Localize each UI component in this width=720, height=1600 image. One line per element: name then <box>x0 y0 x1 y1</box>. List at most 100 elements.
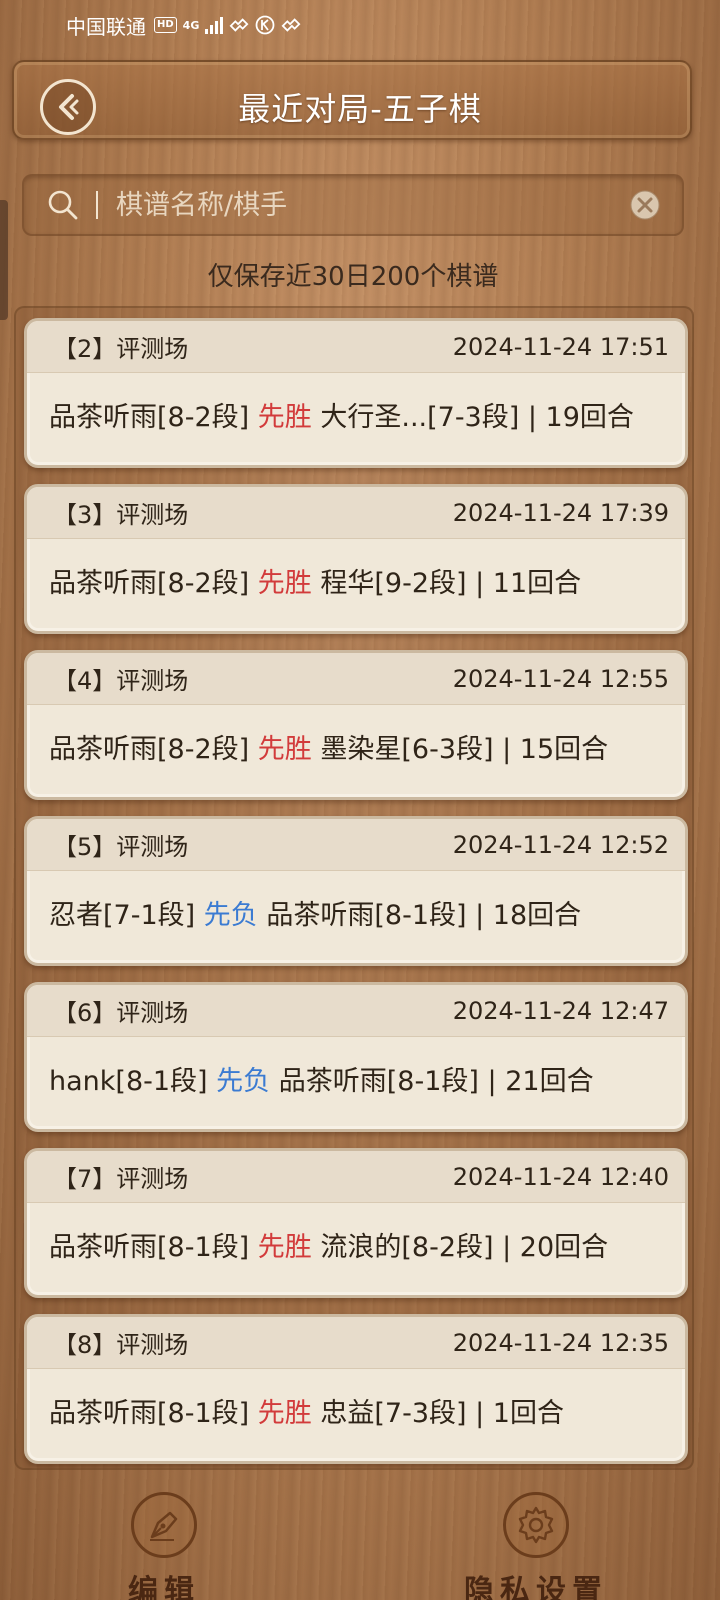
round-count: | 15回合 <box>502 734 609 765</box>
record-card[interactable]: 【2】评测场 2024-11-24 17:51 品茶听雨[8-2段] 先胜 大行圣.… <box>24 318 688 468</box>
privacy-label: 隐私设置 <box>464 1574 608 1600</box>
game-result: 先胜 <box>257 1398 312 1429</box>
record-time: 2024-11-24 12:47 <box>452 996 669 1025</box>
record-header: 【4】评测场 2024-11-24 12:55 <box>27 653 685 705</box>
round-count: | 19回合 <box>527 402 634 433</box>
record-title: 【7】评测场 <box>53 1159 188 1194</box>
record-index: 【7】 <box>53 1165 117 1193</box>
round-count: | 20回合 <box>502 1232 609 1263</box>
record-time: 2024-11-24 17:51 <box>452 332 669 361</box>
record-card[interactable]: 【7】评测场 2024-11-24 12:40 品茶听雨[8-1段] 先胜 流浪的[… <box>24 1148 688 1298</box>
game-result: 先胜 <box>257 1232 312 1263</box>
record-header: 【5】评测场 2024-11-24 12:52 <box>27 819 685 871</box>
record-list[interactable]: 【2】评测场 2024-11-24 17:51 品茶听雨[8-2段] 先胜 大行圣.… <box>14 306 694 1470</box>
record-title: 【5】评测场 <box>53 827 188 862</box>
record-card[interactable]: 【3】评测场 2024-11-24 17:39 品茶听雨[8-2段] 先胜 程华[9… <box>24 484 688 634</box>
second-player: 忠益[7-3段] <box>320 1398 467 1429</box>
round-count: | 11回合 <box>475 568 582 599</box>
signal-icon <box>205 16 224 34</box>
record-summary: 忍者[7-1段] 先负 品茶听雨[8-1段] | 18回合 <box>49 893 675 932</box>
game-result: 先胜 <box>257 734 312 765</box>
search-icon <box>48 190 78 220</box>
record-title: 【8】评测场 <box>53 1325 188 1360</box>
record-summary: 品茶听雨[8-1段] 先胜 忠益[7-3段] | 1回合 <box>49 1391 675 1430</box>
bottom-nav: 编辑 隐私设置 <box>0 1470 720 1600</box>
pen-nib-icon <box>131 1492 197 1558</box>
record-venue: 评测场 <box>116 1165 189 1193</box>
record-card[interactable]: 【5】评测场 2024-11-24 12:52 忍者[7-1段] 先负 品茶听雨[8… <box>24 816 688 966</box>
record-header: 【8】评测场 2024-11-24 12:35 <box>27 1317 685 1369</box>
first-player: 品茶听雨[8-2段] <box>49 402 250 433</box>
game-result: 先胜 <box>257 402 312 433</box>
record-time: 2024-11-24 12:55 <box>452 664 669 693</box>
second-player: 品茶听雨[8-1段] <box>278 1066 479 1097</box>
record-header: 【3】评测场 2024-11-24 17:39 <box>27 487 685 539</box>
gear-icon <box>503 1492 569 1558</box>
retention-note: 仅保存近30日200个棋谱 <box>207 262 499 292</box>
record-index: 【8】 <box>53 1331 117 1359</box>
edit-button[interactable]: 编辑 <box>128 1470 200 1600</box>
search-cursor <box>96 191 98 219</box>
k-app-icon <box>255 15 275 35</box>
round-count: | 21回合 <box>487 1066 594 1097</box>
record-header: 【7】评测场 2024-11-24 12:40 <box>27 1151 685 1203</box>
record-venue: 评测场 <box>116 335 189 363</box>
record-index: 【5】 <box>53 833 117 861</box>
record-time: 2024-11-24 12:52 <box>452 830 669 859</box>
network-type: 4G <box>182 18 200 32</box>
game-result: 先负 <box>203 900 258 931</box>
record-venue: 评测场 <box>116 501 189 529</box>
round-count: | 1回合 <box>475 1398 564 1429</box>
first-player: 品茶听雨[8-1段] <box>49 1398 250 1429</box>
link-icon <box>229 15 249 35</box>
record-venue: 评测场 <box>116 667 189 695</box>
record-summary: hank[8-1段] 先负 品茶听雨[8-1段] | 21回合 <box>49 1059 675 1098</box>
first-player: 品茶听雨[8-2段] <box>49 568 250 599</box>
record-summary: 品茶听雨[8-2段] 先胜 墨染星[6-3段] | 15回合 <box>49 727 675 766</box>
first-player: hank[8-1段] <box>49 1066 208 1097</box>
record-summary: 品茶听雨[8-2段] 先胜 大行圣...[7-3段] | 19回合 <box>49 395 675 434</box>
first-player: 忍者[7-1段] <box>49 900 196 931</box>
record-index: 【2】 <box>53 335 117 363</box>
record-card[interactable]: 【6】评测场 2024-11-24 12:47 hank[8-1段] 先负 品茶听雨… <box>24 982 688 1132</box>
page-title: 最近对局-五子棋 <box>238 90 482 128</box>
record-header: 【6】评测场 2024-11-24 12:47 <box>27 985 685 1037</box>
second-player: 大行圣...[7-3段] <box>320 402 520 433</box>
record-summary: 品茶听雨[8-1段] 先胜 流浪的[8-2段] | 20回合 <box>49 1225 675 1264</box>
record-venue: 评测场 <box>116 1331 189 1359</box>
record-card[interactable]: 【4】评测场 2024-11-24 12:55 品茶听雨[8-2段] 先胜 墨染星[… <box>24 650 688 800</box>
status-bar: 中国联通 HD 4G <box>0 0 720 50</box>
record-card[interactable]: 【8】评测场 2024-11-24 12:35 品茶听雨[8-1段] 先胜 忠益[7… <box>24 1314 688 1464</box>
second-player: 程华[9-2段] <box>320 568 467 599</box>
record-index: 【6】 <box>53 999 117 1027</box>
privacy-settings-button[interactable]: 隐私设置 <box>464 1470 608 1600</box>
round-count: | 18回合 <box>475 900 582 931</box>
record-title: 【6】评测场 <box>53 993 188 1028</box>
second-player: 墨染星[6-3段] <box>320 734 494 765</box>
game-result: 先负 <box>216 1066 271 1097</box>
hd-badge: HD <box>154 17 177 33</box>
first-player: 品茶听雨[8-1段] <box>49 1232 250 1263</box>
record-index: 【3】 <box>53 501 117 529</box>
record-header: 【2】评测场 2024-11-24 17:51 <box>27 321 685 373</box>
second-player: 流浪的[8-2段] <box>320 1232 494 1263</box>
record-time: 2024-11-24 17:39 <box>452 498 669 527</box>
record-time: 2024-11-24 12:35 <box>452 1328 669 1357</box>
record-time: 2024-11-24 12:40 <box>452 1162 669 1191</box>
edit-label: 编辑 <box>128 1574 200 1600</box>
status-icons: HD 4G <box>154 15 301 35</box>
clear-icon[interactable] <box>628 188 662 222</box>
second-player: 品茶听雨[8-1段] <box>266 900 467 931</box>
record-title: 【4】评测场 <box>53 661 188 696</box>
link2-icon <box>281 15 301 35</box>
search-bar[interactable] <box>22 174 684 236</box>
record-summary: 品茶听雨[8-2段] 先胜 程华[9-2段] | 11回合 <box>49 561 675 600</box>
carrier-name: 中国联通 <box>66 14 146 39</box>
search-input[interactable] <box>116 189 628 221</box>
first-player: 品茶听雨[8-2段] <box>49 734 250 765</box>
record-venue: 评测场 <box>116 833 189 861</box>
game-result: 先胜 <box>257 568 312 599</box>
record-title: 【3】评测场 <box>53 495 188 530</box>
record-index: 【4】 <box>53 667 117 695</box>
record-title: 【2】评测场 <box>53 329 188 364</box>
